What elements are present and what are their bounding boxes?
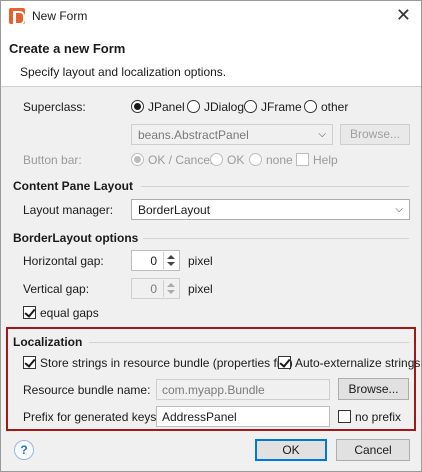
radio-ok-label: OK xyxy=(227,153,245,167)
bundle-name-label: Resource bundle name: xyxy=(23,383,151,397)
button-bar-label: Button bar: xyxy=(23,153,82,167)
chevron-down-icon: ⌵ xyxy=(395,204,403,215)
new-form-dialog: New Form ✕ Create a new Form Specify lay… xyxy=(0,0,422,472)
bundle-browse-button[interactable]: Browse... xyxy=(338,378,409,400)
equal-gaps-label: equal gaps xyxy=(40,306,99,320)
radio-jdialog[interactable] xyxy=(187,100,200,113)
vgap-value: 0 xyxy=(150,282,157,296)
header-subtitle: Specify layout and localization options. xyxy=(20,65,227,79)
radio-other[interactable] xyxy=(304,100,317,113)
radio-jdialog-label: JDialog xyxy=(204,100,245,114)
radio-none-label: none xyxy=(266,153,293,167)
layout-manager-label: Layout manager: xyxy=(23,203,114,217)
store-strings-checkbox[interactable] xyxy=(23,356,36,369)
no-prefix-label: no prefix xyxy=(355,410,402,424)
app-icon xyxy=(9,8,25,25)
equal-gaps-checkbox[interactable] xyxy=(23,306,36,319)
cancel-button[interactable]: Cancel xyxy=(336,439,410,461)
superclass-combo[interactable]: beans.AbstractPanel ⌵ xyxy=(131,124,333,145)
radio-ok-cancel-label: OK / Cancel xyxy=(148,153,213,167)
superclass-label: Superclass: xyxy=(23,100,86,114)
vgap-spinner-buttons[interactable] xyxy=(163,280,178,297)
hgap-value: 0 xyxy=(150,254,157,268)
hgap-spinner-buttons[interactable] xyxy=(163,252,178,269)
border-layout-separator xyxy=(143,238,409,239)
localization-separator xyxy=(89,342,409,343)
dialog-header: Create a new Form Specify layout and loc… xyxy=(1,31,421,87)
no-prefix-checkbox[interactable] xyxy=(338,410,351,423)
auto-externalize-checkbox[interactable] xyxy=(278,356,291,369)
hgap-label: Horizontal gap: xyxy=(23,254,104,268)
radio-jpanel[interactable] xyxy=(131,100,144,113)
superclass-browse-button[interactable]: Browse... xyxy=(340,124,410,145)
window-title: New Form xyxy=(32,9,88,23)
help-checkbox-label: Help xyxy=(313,153,338,167)
help-checkbox[interactable] xyxy=(296,153,309,166)
header-title: Create a new Form xyxy=(9,41,126,56)
spinner-up-icon[interactable] xyxy=(167,255,175,259)
border-layout-section-title: BorderLayout options xyxy=(13,231,139,245)
spinner-down-icon[interactable] xyxy=(167,290,175,294)
prefix-label: Prefix for generated keys: xyxy=(23,410,160,424)
spinner-up-icon[interactable] xyxy=(167,283,175,287)
close-icon[interactable]: ✕ xyxy=(396,5,411,25)
chevron-down-icon: ⌵ xyxy=(318,129,326,140)
help-icon[interactable]: ? xyxy=(14,440,34,460)
bundle-name-field[interactable]: com.myapp.Bundle xyxy=(156,379,330,400)
store-strings-label: Store strings in resource bundle (proper… xyxy=(40,356,293,370)
content-pane-section-title: Content Pane Layout xyxy=(13,179,134,193)
radio-jframe[interactable] xyxy=(244,100,257,113)
vgap-spinner[interactable]: 0 xyxy=(131,278,180,299)
radio-jframe-label: JFrame xyxy=(261,100,302,114)
radio-jpanel-label: JPanel xyxy=(148,100,185,114)
hgap-spinner[interactable]: 0 xyxy=(131,250,180,271)
content-pane-separator xyxy=(141,186,409,187)
radio-none[interactable] xyxy=(249,153,262,166)
radio-ok-cancel[interactable] xyxy=(131,153,144,166)
prefix-field[interactable]: AddressPanel xyxy=(156,406,330,427)
title-bar: New Form ✕ xyxy=(1,1,421,31)
radio-ok[interactable] xyxy=(210,153,223,166)
vgap-unit: pixel xyxy=(188,282,213,296)
layout-manager-value: BorderLayout xyxy=(138,203,211,217)
spinner-down-icon[interactable] xyxy=(167,262,175,266)
layout-manager-combo[interactable]: BorderLayout ⌵ xyxy=(131,199,410,220)
auto-externalize-label: Auto-externalize strings xyxy=(295,356,421,370)
ok-button[interactable]: OK xyxy=(255,439,327,461)
radio-other-label: other xyxy=(321,100,349,114)
superclass-value: beans.AbstractPanel xyxy=(138,128,249,142)
hgap-unit: pixel xyxy=(188,254,213,268)
vgap-label: Vertical gap: xyxy=(23,282,90,296)
localization-section-title: Localization xyxy=(13,335,83,349)
